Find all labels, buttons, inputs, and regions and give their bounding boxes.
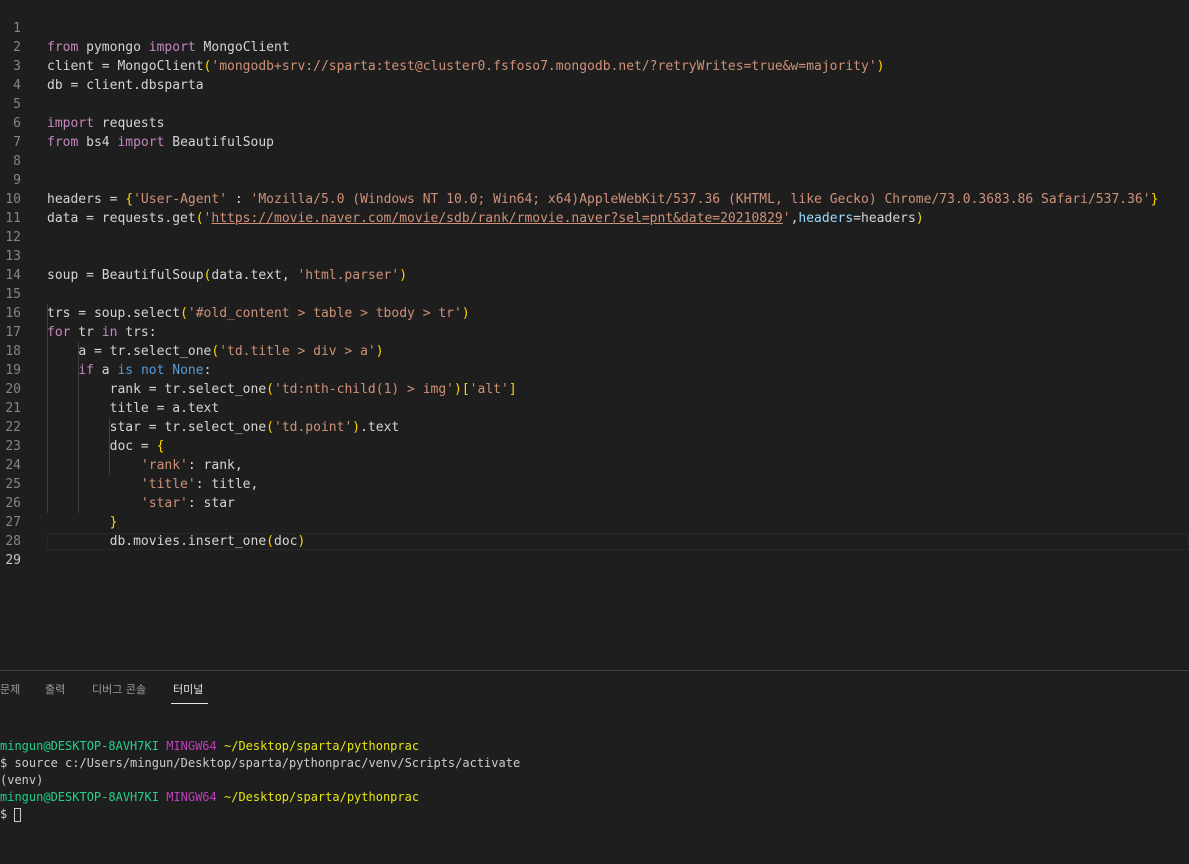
code-line[interactable]: 1 from pymongo import MongoClient — [0, 0, 1189, 55]
code-line[interactable]: 5 import requests — [0, 76, 1189, 131]
code-line[interactable]: 23 'rank': rank, — [0, 418, 1189, 473]
code-line[interactable]: 27 db.movies.insert_one(doc) — [0, 494, 1189, 549]
code-line[interactable]: 22 doc = { — [0, 399, 1189, 454]
code-line[interactable]: 26 } — [0, 475, 1189, 530]
code-line[interactable]: 12 — [0, 209, 1189, 245]
code-line[interactable]: 18 if a is not None: — [0, 323, 1189, 378]
code-line[interactable]: 11 — [0, 190, 1189, 226]
code-line[interactable]: 17 a = tr.select_one('td.title > div > a… — [0, 304, 1189, 359]
terminal-line: mingun@DESKTOP-8AVH7KI MINGW64 ~/Desktop… — [0, 790, 420, 804]
bottom-panel: 문제 출력 디버그 콘솔 터미널 mingun@DESKTOP-8AVH7KI … — [0, 670, 1189, 864]
code-line-current[interactable]: 29 — [0, 532, 1189, 568]
code-line[interactable]: 16 for tr in trs: — [0, 285, 1189, 340]
tab-problems[interactable]: 문제 — [0, 681, 20, 697]
code-editor[interactable]: 1 from pymongo import MongoClient 2 clie… — [0, 0, 1189, 670]
code-line[interactable]: 7 — [0, 114, 1189, 150]
terminal-line: (venv) — [0, 773, 44, 787]
code-line[interactable]: 3 db = client.dbsparta — [0, 38, 1189, 93]
code-line[interactable]: 10 data = requests.get('https://movie.na… — [0, 171, 1189, 226]
code-line[interactable]: 20 title = a.text — [0, 361, 1189, 416]
code-line[interactable]: 9 headers = {'User-Agent' : 'Mozilla/5.0… — [0, 152, 1189, 207]
code-line[interactable]: 4 — [0, 57, 1189, 93]
code-line[interactable]: 13 soup = BeautifulSoup(data.text, 'html… — [0, 228, 1189, 283]
code-line[interactable]: 8 — [0, 133, 1189, 169]
tab-terminal[interactable]: 터미널 — [173, 681, 203, 697]
code-line[interactable]: 21 star = tr.select_one('td.point').text — [0, 380, 1189, 435]
code-line[interactable]: 28 — [0, 513, 1189, 549]
code-line[interactable]: 25 'star': star — [0, 456, 1189, 511]
code-line[interactable]: 19 rank = tr.select_one('td:nth-child(1)… — [0, 342, 1189, 397]
terminal-line: mingun@DESKTOP-8AVH7KI MINGW64 ~/Desktop… — [0, 739, 420, 753]
tab-debug-console[interactable]: 디버그 콘솔 — [92, 681, 146, 697]
code-line[interactable]: 6 from bs4 import BeautifulSoup — [0, 95, 1189, 150]
tab-output[interactable]: 출력 — [45, 681, 65, 697]
terminal-cursor — [14, 807, 22, 822]
code-line[interactable]: 2 client = MongoClient('mongodb+srv://sp… — [0, 19, 1189, 74]
terminal-line: $ source c:/Users/mingun/Desktop/sparta/… — [0, 756, 521, 770]
code-line[interactable]: 24 'title': title, — [0, 437, 1189, 492]
terminal-prompt-line[interactable]: $ — [0, 806, 22, 823]
active-tab-indicator — [171, 703, 208, 704]
line-number: 29 — [5, 553, 21, 568]
code-line[interactable]: 15 trs = soup.select('#old_content > tab… — [0, 266, 1189, 321]
code-line[interactable]: 14 — [0, 247, 1189, 283]
